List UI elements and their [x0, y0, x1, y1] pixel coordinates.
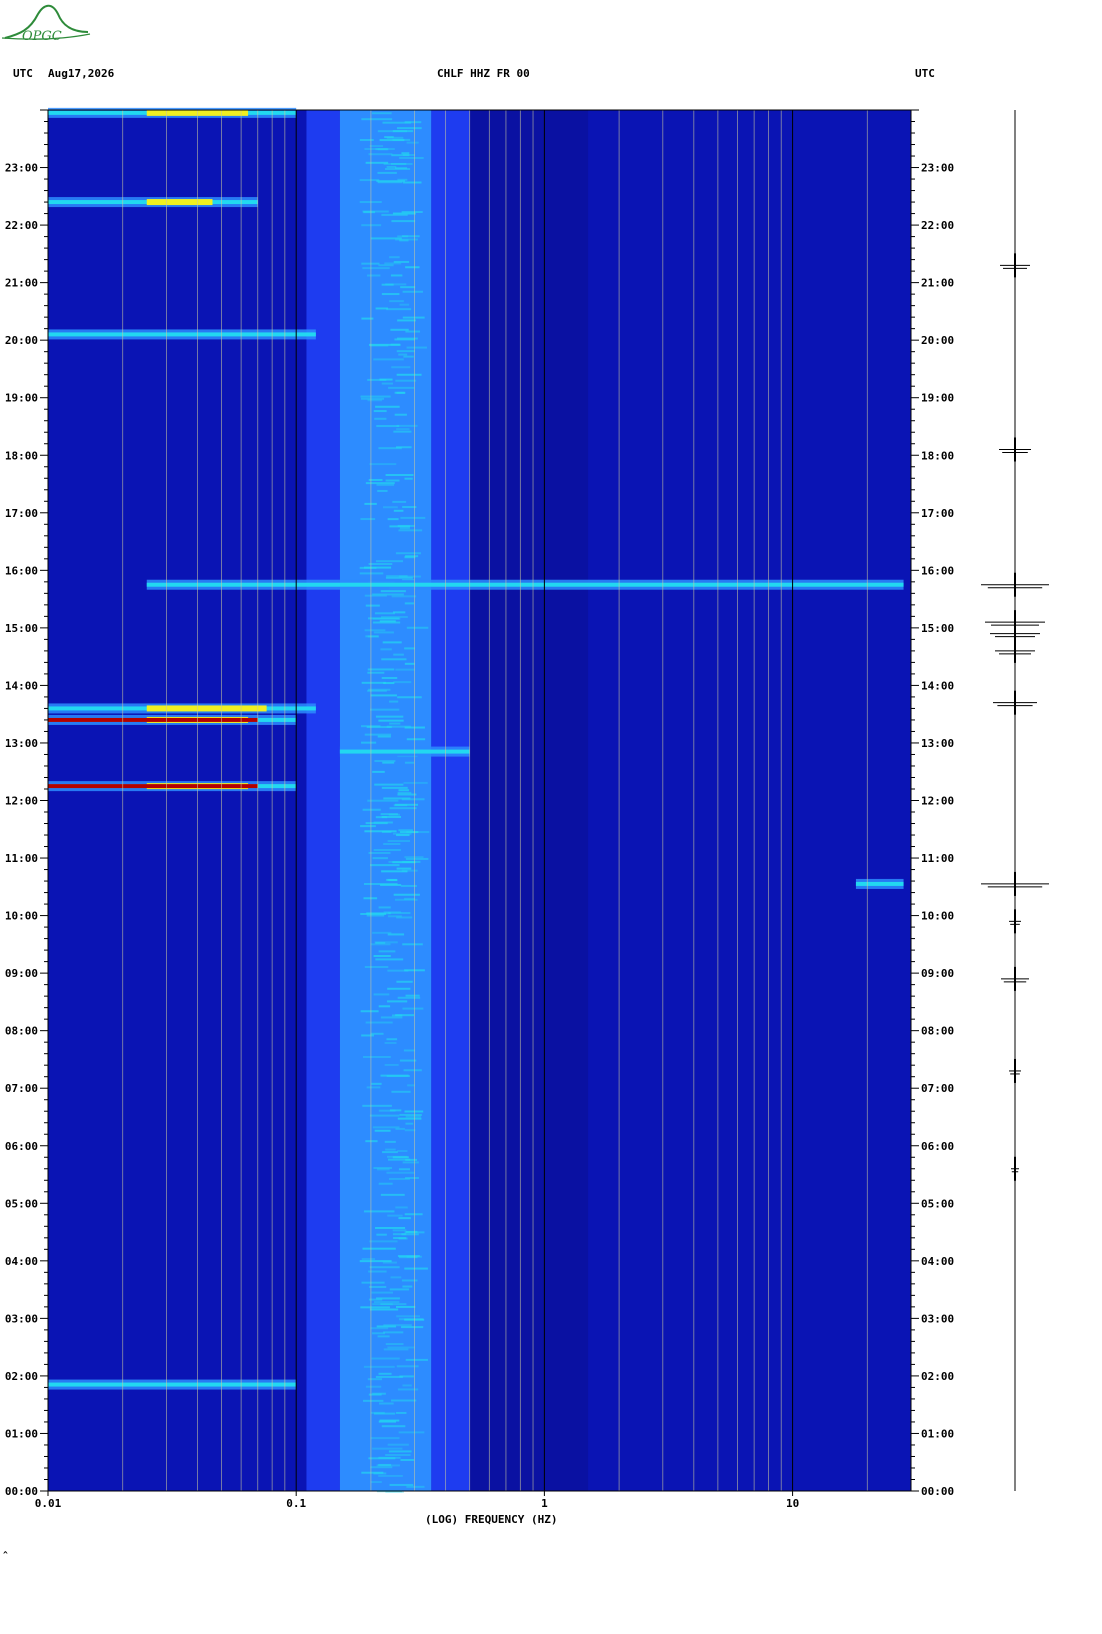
footer-mark: ^ — [3, 1550, 8, 1559]
seismogram-trace — [981, 110, 1049, 1491]
x-axis-title: (LOG) FREQUENCY (HZ) — [425, 1513, 558, 1526]
